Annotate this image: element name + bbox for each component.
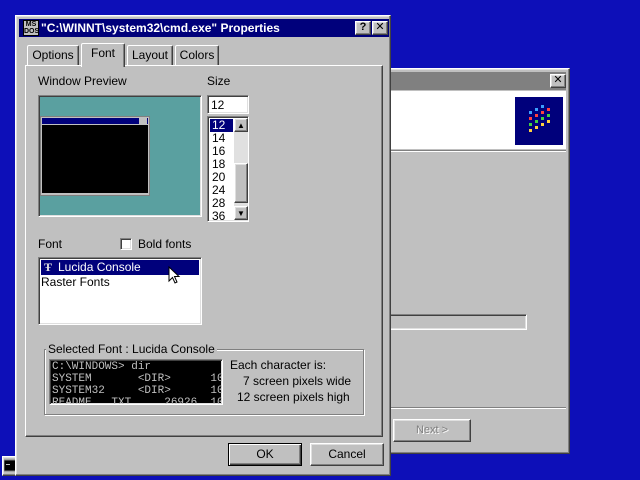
size-label: Size	[207, 74, 231, 88]
font-item-label: Raster Fonts	[41, 275, 110, 289]
ok-button[interactable]: OK	[228, 443, 302, 466]
sample-line: SYSTEM <DIR> 10	[52, 373, 223, 385]
properties-dialog: MS DOS "C:\WINNT\system32\cmd.exe" Prope…	[15, 15, 391, 476]
scroll-down-arrow-icon[interactable]: ▼	[234, 206, 248, 220]
mouse-cursor-icon	[168, 266, 181, 284]
sample-line: README TXT 26926 10	[52, 397, 223, 405]
tab-layout[interactable]: Layout	[127, 45, 173, 66]
dialog-title: "C:\WINNT\system32\cmd.exe" Properties	[41, 21, 280, 35]
help-button[interactable]: ?	[355, 21, 371, 35]
scroll-up-arrow-icon[interactable]: ▲	[234, 118, 248, 132]
wizard-footer-divider	[386, 407, 566, 409]
sample-line: C:\WINDOWS> dir	[52, 361, 152, 373]
size-scrollbar[interactable]: ▲ ▼	[234, 118, 248, 220]
font-item-label: Lucida Console	[58, 260, 141, 274]
preview-console-window	[40, 116, 150, 196]
window-preview-label: Window Preview	[38, 74, 127, 88]
close-button[interactable]: ✕	[372, 21, 388, 35]
bold-fonts-checkbox[interactable]	[120, 238, 132, 250]
wizard-header-divider	[386, 150, 566, 152]
preview-console-body	[42, 125, 148, 193]
background-window-close-button[interactable]: ✕	[550, 74, 566, 88]
tab-font[interactable]: Font	[81, 43, 125, 67]
char-height-text: 12 screen pixels high	[237, 390, 350, 404]
preview-titlebar	[42, 118, 148, 124]
wizard-logo-icon	[515, 97, 563, 145]
wizard-next-button[interactable]: Next >	[393, 419, 471, 442]
scroll-thumb[interactable]	[234, 163, 248, 203]
tab-options[interactable]: Options	[27, 45, 79, 66]
size-input[interactable]: 12	[207, 95, 249, 114]
size-option[interactable]: 36	[210, 210, 233, 222]
preview-window-button	[139, 118, 147, 124]
selected-font-label: Selected Font : Lucida Console	[46, 342, 217, 356]
background-window-titlebar[interactable]	[386, 72, 566, 90]
wizard-progress-bar	[389, 314, 527, 330]
char-info-title: Each character is:	[230, 358, 327, 372]
window-preview	[38, 95, 202, 217]
bold-fonts-label[interactable]: Bold fonts	[138, 237, 191, 251]
cancel-button[interactable]: Cancel	[310, 443, 384, 466]
msdos-icon[interactable]: MS DOS	[23, 20, 39, 36]
truetype-icon: Ŧ	[43, 260, 52, 274]
background-wizard-window: ✕ Next >	[382, 68, 570, 454]
char-width-text: 7 screen pixels wide	[243, 374, 352, 388]
tab-colors[interactable]: Colors	[175, 45, 219, 66]
dialog-titlebar[interactable]: MS DOS "C:\WINNT\system32\cmd.exe" Prope…	[19, 19, 389, 37]
sample-line: SYSTEM32 <DIR> 10	[52, 385, 223, 397]
font-sample-preview: C:\WINDOWS> dir SYSTEM <DIR> 10 SYSTEM32 <…	[49, 359, 223, 405]
font-label: Font	[38, 237, 63, 251]
